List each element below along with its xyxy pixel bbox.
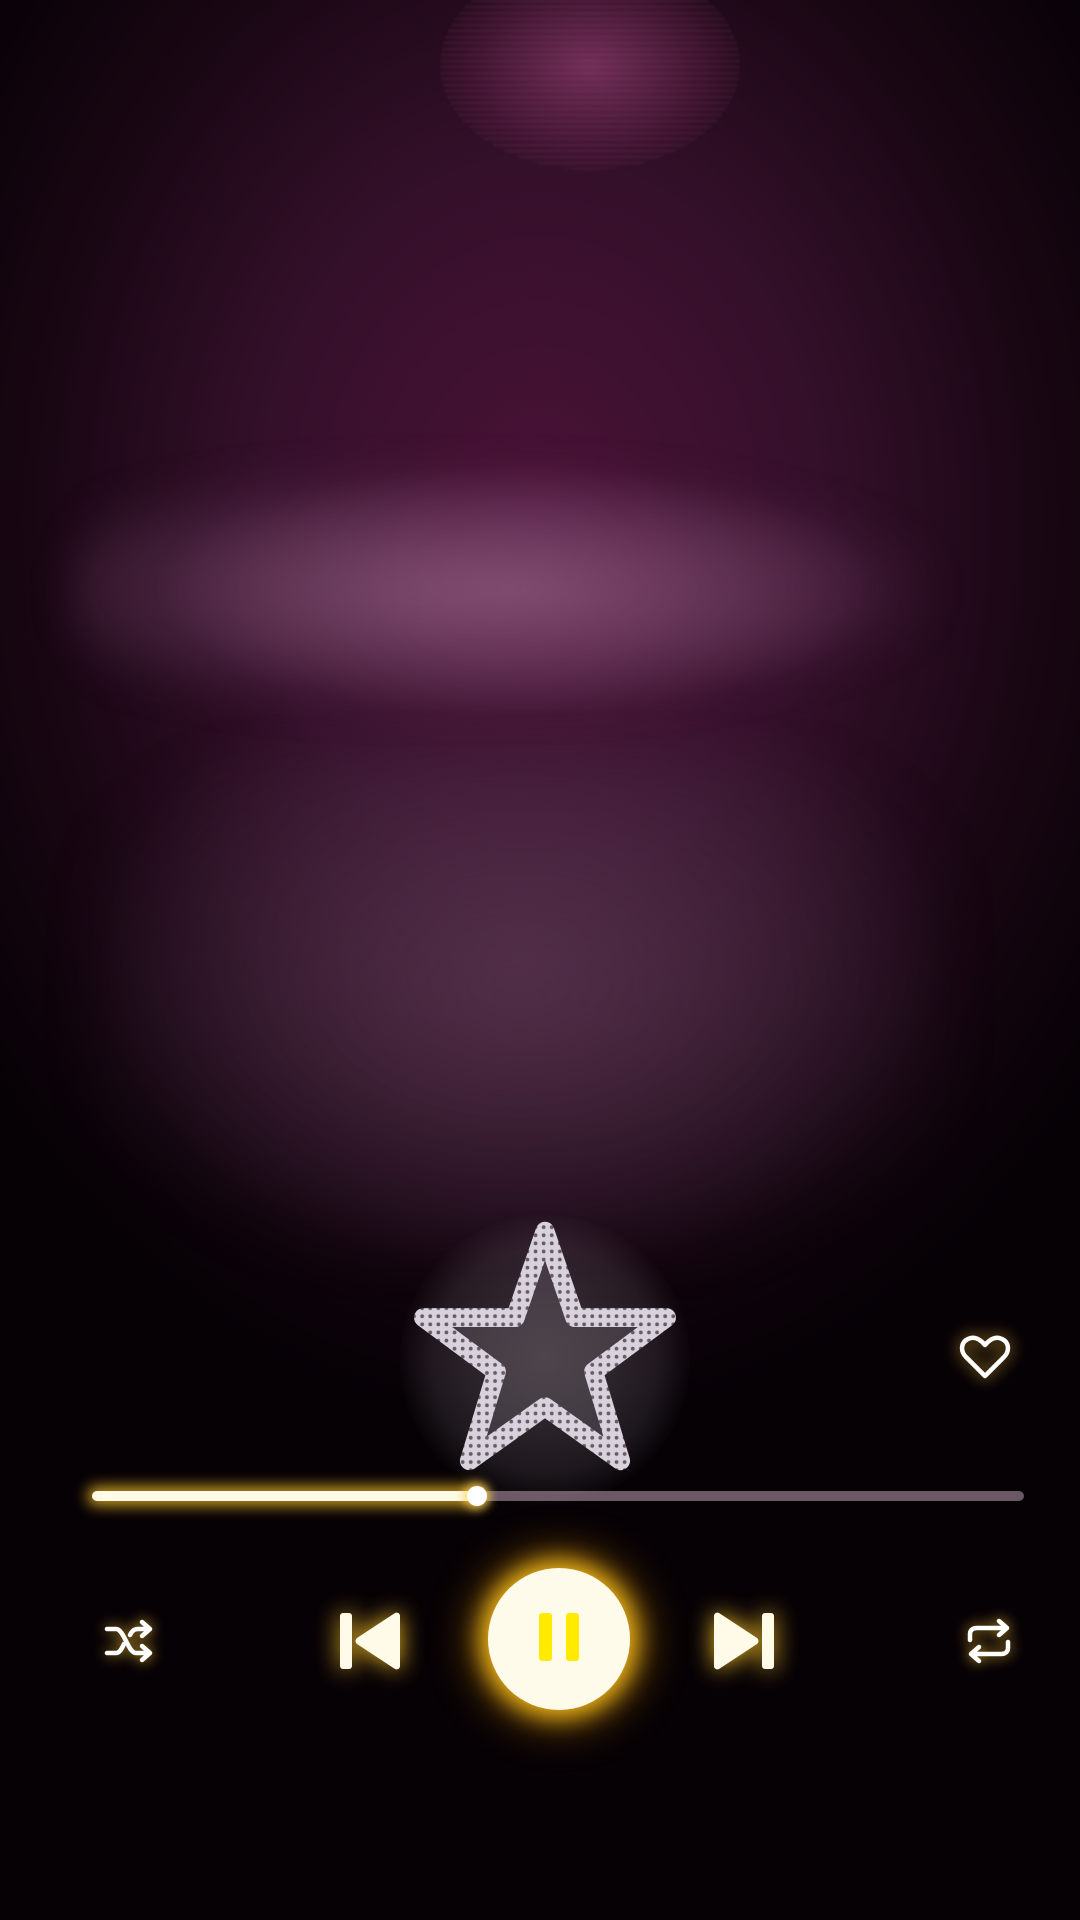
like-button[interactable]	[956, 1328, 1014, 1386]
blurred-album-art-body	[90, 760, 950, 1260]
play-pause-button[interactable]	[488, 1568, 630, 1710]
music-player-screen	[0, 0, 1080, 1920]
skip-previous-icon	[340, 1612, 400, 1670]
previous-track-button[interactable]	[334, 1604, 408, 1678]
blurred-album-art-band	[70, 470, 930, 710]
skip-next-icon	[714, 1612, 774, 1670]
progress-fill	[92, 1491, 477, 1501]
next-track-button[interactable]	[706, 1604, 780, 1678]
star-rating-button[interactable]	[400, 1215, 690, 1505]
pause-icon	[532, 1612, 586, 1666]
progress-scrubber-handle[interactable]	[467, 1486, 487, 1506]
heart-outline-icon	[959, 1335, 1011, 1379]
background-light-glow	[440, 0, 740, 170]
repeat-icon	[967, 1618, 1011, 1664]
star-outline-icon	[414, 1221, 676, 1471]
shuffle-icon	[104, 1619, 153, 1663]
repeat-button[interactable]	[956, 1608, 1022, 1674]
shuffle-button[interactable]	[96, 1608, 162, 1674]
playback-progress-bar[interactable]	[92, 1482, 1024, 1508]
